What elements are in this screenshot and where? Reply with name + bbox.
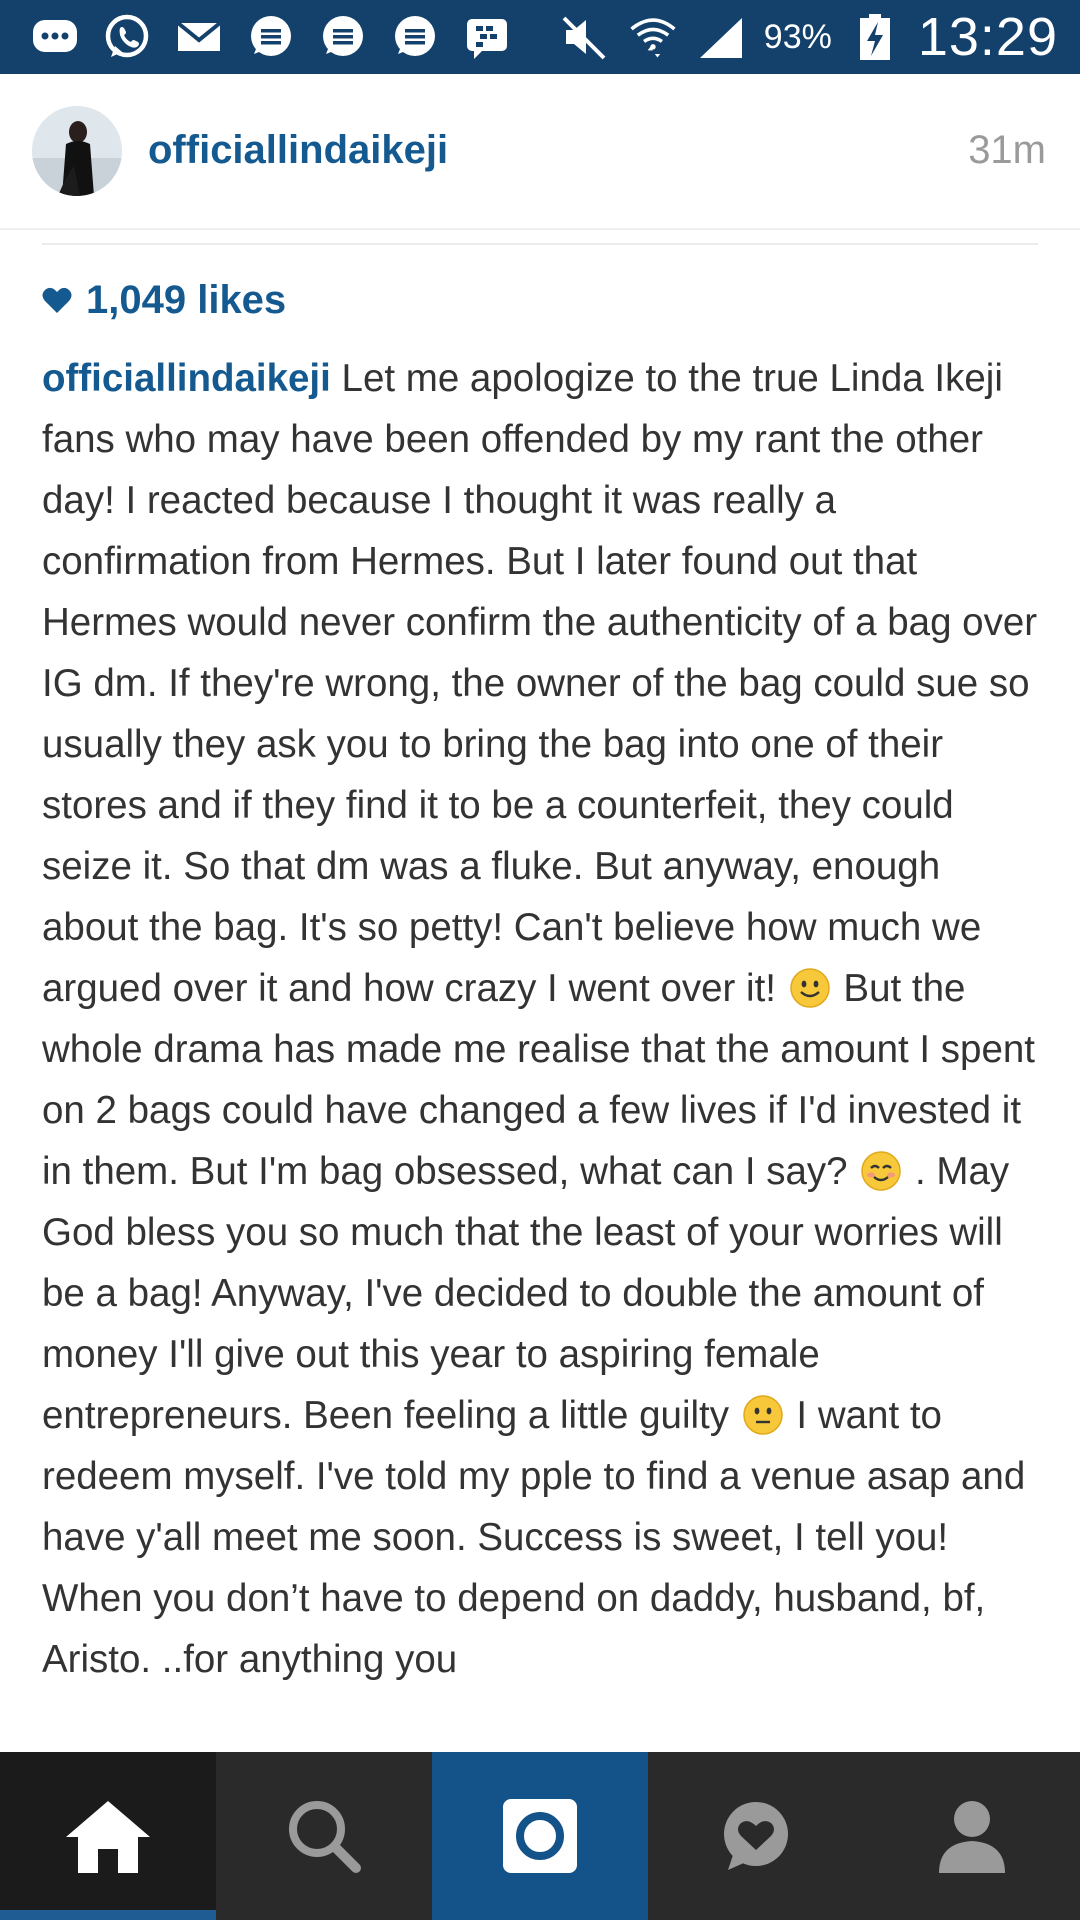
clock: 13:29 [917, 7, 1058, 67]
message-icon [246, 12, 296, 62]
heart-icon [42, 287, 72, 313]
blushing-smile-emoji-icon [861, 1151, 902, 1191]
activity-icon [724, 1802, 788, 1870]
mail-icon [174, 12, 224, 62]
chat-bubble-icon [30, 12, 80, 62]
home-icon [66, 1801, 150, 1873]
whatsapp-icon [102, 12, 152, 62]
post-header: officiallindaikeji 31m [0, 74, 1080, 230]
status-bar: 93% 13:29 [0, 0, 1080, 74]
caption-text: I want to redeem myself. I've told my pp… [42, 1394, 1026, 1681]
bottom-nav [0, 1752, 1080, 1920]
likes-row[interactable]: 1,049 likes [42, 275, 286, 325]
profile-icon [939, 1801, 1005, 1873]
wifi-icon [628, 12, 678, 62]
search-icon [289, 1801, 361, 1873]
battery-percent: 93% [763, 17, 832, 56]
battery-charging-icon [850, 12, 900, 62]
nav-activity[interactable] [648, 1752, 864, 1920]
caption-username[interactable]: officiallindaikeji [42, 357, 331, 400]
bbm-icon [462, 12, 512, 62]
neutral-face-emoji-icon [742, 1395, 783, 1435]
notification-icons [30, 0, 512, 74]
divider [42, 243, 1038, 245]
post-username[interactable]: officiallindaikeji [148, 128, 448, 173]
caption-text: Let me apologize to the true Linda Ikeji… [42, 357, 1038, 1010]
nav-profile[interactable] [864, 1752, 1080, 1920]
message-icon [390, 12, 440, 62]
smiling-face-emoji-icon [789, 968, 830, 1008]
signal-icon [696, 12, 746, 62]
avatar[interactable] [32, 106, 122, 196]
likes-count: 1,049 likes [86, 277, 287, 322]
message-icon [318, 12, 368, 62]
mute-icon [560, 12, 610, 62]
nav-search[interactable] [216, 1752, 432, 1920]
nav-camera[interactable] [432, 1752, 648, 1920]
nav-home[interactable] [0, 1752, 216, 1920]
post-time: 31m [968, 128, 1046, 172]
system-status: 93% 13:29 [560, 0, 1058, 74]
camera-icon [503, 1799, 577, 1873]
post-caption: officiallindaikeji Let me apologize to t… [42, 348, 1042, 1690]
